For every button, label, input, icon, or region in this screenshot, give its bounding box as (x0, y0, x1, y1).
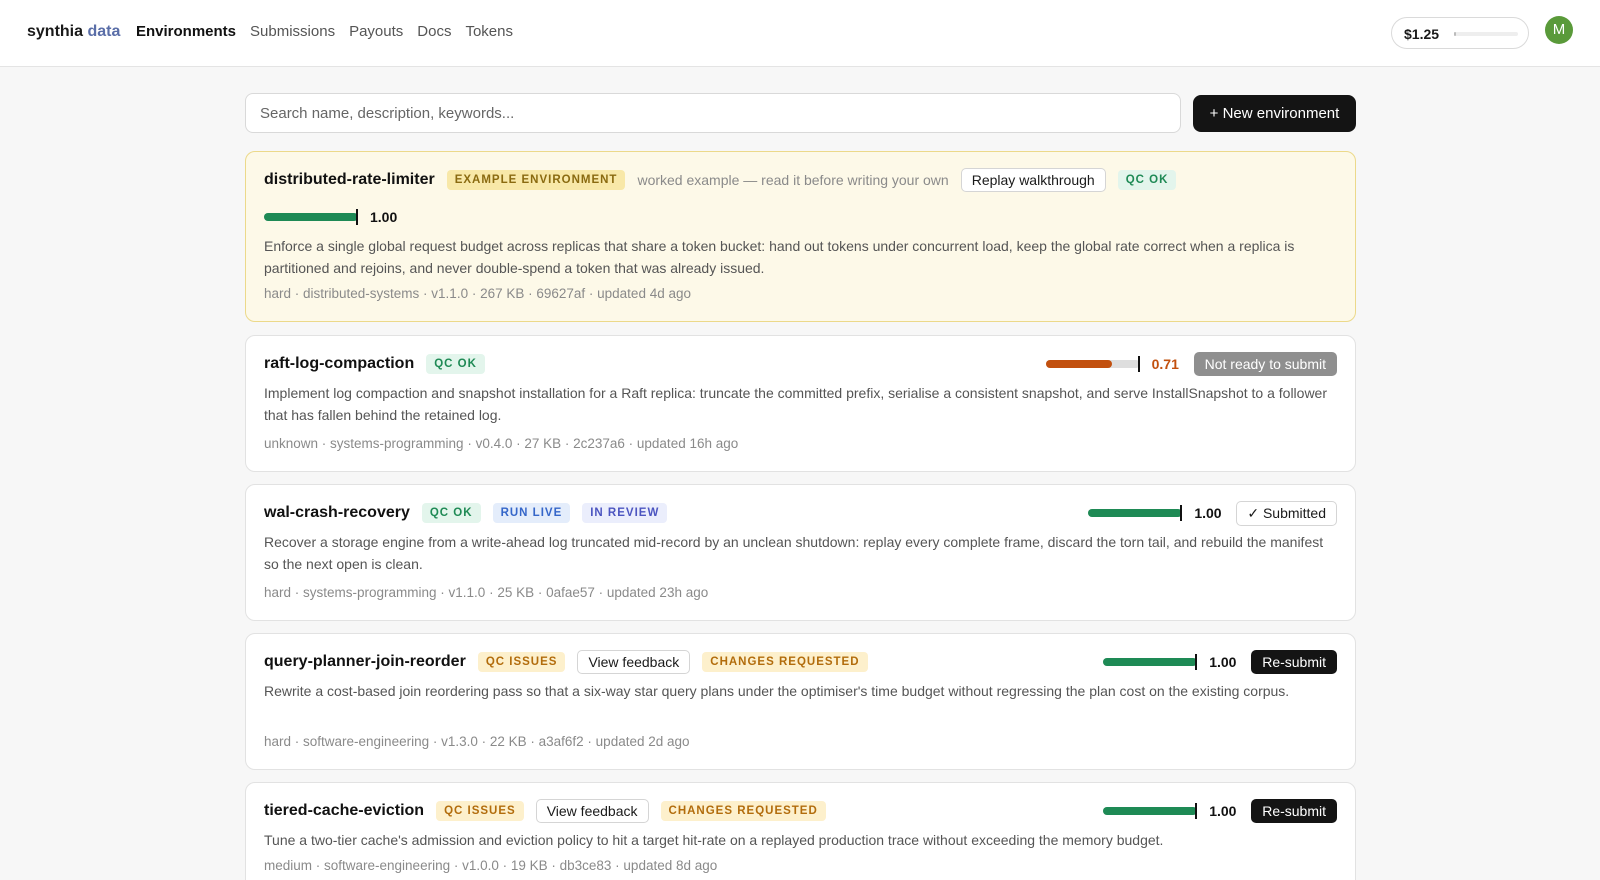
environment-description: Rewrite a cost-based join reordering pas… (264, 683, 1290, 699)
score-value: 0.71 (1151, 356, 1179, 372)
nav-submissions[interactable]: Submissions (250, 23, 335, 40)
nav-environments[interactable]: Environments (136, 23, 236, 40)
score-track (1103, 803, 1198, 819)
environment-meta: hard · systems-programming · v1.1.0 · 25… (264, 585, 709, 600)
avatar[interactable]: M (1545, 16, 1573, 44)
score-meter: 1.00 (1103, 654, 1239, 670)
environment-name[interactable]: distributed-rate-limiter (264, 171, 435, 189)
environment-meta: hard · distributed-systems · v1.1.0 · 26… (264, 286, 691, 301)
score-meter: 1.00 (264, 209, 400, 225)
environment-description: Implement log compaction and snapshot in… (264, 385, 1328, 423)
environment-name[interactable]: query-planner-join-reorder (264, 653, 466, 671)
score-threshold-tick (1137, 356, 1140, 372)
environment-card-query-planner-join-reorder[interactable]: query-planner-join-reorder QC ISSUES Vie… (245, 633, 1356, 770)
score-threshold-tick (1195, 803, 1198, 819)
environment-description: Enforce a single global request budget a… (264, 238, 1295, 276)
score-track (1045, 356, 1140, 372)
environment-meta: unknown · systems-programming · v0.4.0 ·… (264, 436, 739, 451)
qc-ok-badge: QC OK (1117, 170, 1177, 190)
card-header-row: query-planner-join-reorder QC ISSUES Vie… (264, 649, 868, 675)
card-header-row: wal-crash-recovery QC OK RUN LIVE IN REV… (264, 500, 668, 526)
score-threshold-tick (356, 209, 358, 225)
card-header-row: tiered-cache-eviction QC ISSUES View fee… (264, 798, 826, 824)
score-track (1088, 505, 1183, 521)
resubmit-button[interactable]: Re-submit (1251, 799, 1337, 823)
qc-issues-badge: QC ISSUES (477, 652, 566, 672)
score-threshold-tick (1180, 505, 1183, 521)
nav-payouts[interactable]: Payouts (349, 23, 403, 40)
score-track (264, 209, 358, 225)
environment-meta: hard · software-engineering · v1.3.0 · 2… (264, 734, 690, 749)
replay-walkthrough-button[interactable]: Replay walkthrough (960, 168, 1106, 192)
score-track (1103, 654, 1198, 670)
in-review-badge: IN REVIEW (582, 503, 668, 523)
card-actions-row: 1.00 ✓ Submitted (1088, 500, 1337, 526)
balance-meter (1454, 32, 1518, 36)
score-fill (264, 213, 358, 221)
environment-name[interactable]: wal-crash-recovery (264, 504, 410, 522)
balance-pill[interactable]: $1.25 (1391, 17, 1529, 49)
card-actions-row: 1.00 Re-submit (1103, 649, 1337, 675)
nav-tokens[interactable]: Tokens (465, 23, 513, 40)
qc-ok-badge: QC OK (426, 354, 485, 374)
score-value: 1.00 (370, 209, 398, 225)
balance-amount: $1.25 (1404, 26, 1440, 42)
environment-card-raft-log-compaction[interactable]: raft-log-compaction QC OK 0.71 Not ready… (245, 335, 1356, 472)
card-header-row: raft-log-compaction QC OK (264, 351, 485, 377)
score-value: 1.00 (1209, 803, 1237, 819)
environment-name[interactable]: raft-log-compaction (264, 355, 414, 373)
qc-issues-badge: QC ISSUES (436, 801, 524, 821)
view-feedback-button[interactable]: View feedback (577, 650, 691, 674)
top-bar: synthia data Environments Submissions Pa… (0, 0, 1600, 67)
score-value: 1.00 (1194, 505, 1222, 521)
card-actions-row: 0.71 Not ready to submit (1045, 351, 1337, 377)
view-feedback-button[interactable]: View feedback (535, 799, 649, 823)
environment-card-distributed-rate-limiter[interactable]: distributed-rate-limiter EXAMPLE ENVIRON… (245, 151, 1356, 322)
brand-accent: data (87, 23, 121, 40)
submitted-button[interactable]: ✓ Submitted (1236, 500, 1337, 526)
score-fill (1088, 509, 1183, 517)
environment-meta: medium · software-engineering · v1.0.0 ·… (264, 858, 718, 873)
environment-card-wal-crash-recovery[interactable]: wal-crash-recovery QC OK RUN LIVE IN REV… (245, 484, 1356, 621)
brand-logo[interactable]: synthia data (27, 23, 120, 41)
example-note: worked example — read it before writing … (637, 172, 949, 188)
score-fill (1103, 807, 1198, 815)
environment-description: Tune a two-tier cache's admission and ev… (264, 832, 1164, 848)
example-environment-badge: EXAMPLE ENVIRONMENT (446, 170, 626, 190)
resubmit-button[interactable]: Re-submit (1251, 650, 1337, 674)
score-fill (1045, 360, 1113, 368)
main-nav: Environments Submissions Payouts Docs To… (136, 23, 513, 40)
changes-requested-badge: CHANGES REQUESTED (660, 801, 826, 821)
environment-name[interactable]: tiered-cache-eviction (264, 802, 424, 820)
balance-meter-fill (1454, 32, 1456, 36)
score-threshold-tick (1195, 654, 1198, 670)
not-ready-button: Not ready to submit (1193, 352, 1337, 376)
card-actions-row: 1.00 Re-submit (1103, 798, 1337, 824)
brand-main: synthia (27, 23, 84, 40)
score-value: 1.00 (1209, 654, 1237, 670)
card-header-row: distributed-rate-limiter EXAMPLE ENVIRON… (264, 167, 1177, 193)
qc-ok-badge: QC OK (421, 503, 481, 523)
score-meter: 1.00 (1088, 505, 1224, 521)
new-environment-button[interactable]: + New environment (1193, 95, 1356, 132)
environment-card-tiered-cache-eviction[interactable]: tiered-cache-eviction QC ISSUES View fee… (245, 782, 1356, 880)
score-meter: 0.71 (1045, 356, 1182, 372)
search-input[interactable] (245, 93, 1181, 133)
environment-description: Recover a storage engine from a write-ah… (264, 534, 1324, 572)
score-fill (1103, 658, 1198, 666)
changes-requested-badge: CHANGES REQUESTED (702, 652, 868, 672)
nav-docs[interactable]: Docs (417, 23, 451, 40)
score-meter: 1.00 (1103, 803, 1239, 819)
run-live-badge: RUN LIVE (492, 503, 571, 523)
